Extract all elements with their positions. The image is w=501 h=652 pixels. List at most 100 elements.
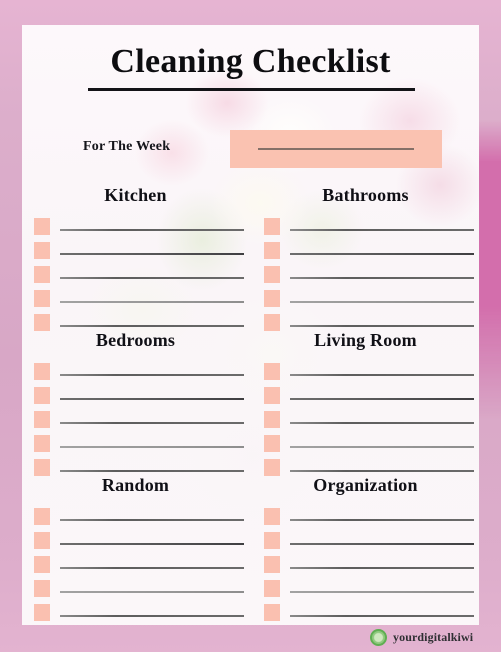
checkbox[interactable]	[34, 508, 50, 525]
section-rows	[252, 361, 479, 481]
checklist-row	[22, 385, 249, 409]
checkbox[interactable]	[264, 242, 280, 259]
checkbox[interactable]	[34, 290, 50, 307]
write-in-line[interactable]	[60, 470, 244, 472]
checklist-row	[252, 288, 479, 312]
write-in-line[interactable]	[290, 470, 474, 472]
section-title: Bathrooms	[322, 185, 409, 205]
checklist-row	[22, 361, 249, 385]
checklist-row	[252, 602, 479, 625]
write-in-line[interactable]	[290, 398, 474, 400]
checkbox[interactable]	[264, 604, 280, 621]
for-the-week-label: For The Week	[83, 139, 171, 154]
checklist-row	[252, 506, 479, 530]
checkbox[interactable]	[264, 387, 280, 404]
write-in-line[interactable]	[290, 301, 474, 303]
checkbox[interactable]	[264, 532, 280, 549]
write-in-line[interactable]	[290, 591, 474, 593]
checklist-row	[22, 288, 249, 312]
checkbox[interactable]	[34, 580, 50, 597]
checklist-row	[252, 530, 479, 554]
checkbox[interactable]	[34, 266, 50, 283]
write-in-line[interactable]	[290, 567, 474, 569]
write-in-line[interactable]	[290, 615, 474, 617]
write-in-line[interactable]	[60, 543, 244, 545]
checklist-row	[22, 216, 249, 240]
section-rows	[22, 506, 249, 625]
checklist-row	[22, 578, 249, 602]
kiwi-circle-icon	[370, 629, 387, 646]
write-in-line[interactable]	[290, 325, 474, 327]
write-in-line[interactable]	[290, 422, 474, 424]
write-in-line[interactable]	[290, 543, 474, 545]
section-title: Kitchen	[104, 185, 167, 205]
checkbox[interactable]	[34, 387, 50, 404]
checkbox[interactable]	[264, 363, 280, 380]
checkbox[interactable]	[264, 218, 280, 235]
checklist-row	[252, 385, 479, 409]
write-in-line[interactable]	[60, 519, 244, 521]
write-in-line[interactable]	[290, 519, 474, 521]
section-title: Living Room	[314, 330, 417, 350]
for-the-week-field[interactable]	[230, 130, 442, 168]
checklist-row	[22, 409, 249, 433]
checkbox[interactable]	[34, 532, 50, 549]
write-in-line[interactable]	[60, 591, 244, 593]
checklist-row	[252, 361, 479, 385]
checklist-row	[22, 264, 249, 288]
watermark-text: yourdigitalkiwi	[393, 630, 474, 644]
write-in-line[interactable]	[290, 229, 474, 231]
section-title: Organization	[313, 475, 418, 495]
checkbox[interactable]	[34, 242, 50, 259]
checklist-row	[252, 409, 479, 433]
checkbox[interactable]	[264, 290, 280, 307]
write-in-line[interactable]	[60, 567, 244, 569]
checkbox[interactable]	[34, 435, 50, 452]
write-in-line[interactable]	[60, 325, 244, 327]
checkbox[interactable]	[34, 218, 50, 235]
write-in-line[interactable]	[60, 229, 244, 231]
checkbox[interactable]	[34, 363, 50, 380]
checkbox[interactable]	[34, 556, 50, 573]
section-rows	[22, 216, 249, 336]
checklist-page: Cleaning Checklist For The Week Kitchen B…	[22, 25, 479, 625]
page-frame: Cleaning Checklist For The Week Kitchen B…	[0, 0, 501, 652]
section-rows	[252, 216, 479, 336]
write-in-line[interactable]	[60, 374, 244, 376]
checkbox[interactable]	[264, 411, 280, 428]
checkbox[interactable]	[34, 604, 50, 621]
checkbox[interactable]	[34, 411, 50, 428]
section-title: Bedrooms	[95, 330, 176, 350]
write-in-line[interactable]	[60, 615, 244, 617]
write-in-line[interactable]	[60, 277, 244, 279]
write-in-line[interactable]	[60, 446, 244, 448]
section-rows	[252, 506, 479, 625]
checklist-row	[252, 578, 479, 602]
checklist-row	[22, 530, 249, 554]
write-in-line[interactable]	[60, 422, 244, 424]
write-in-line[interactable]	[290, 277, 474, 279]
checkbox[interactable]	[34, 314, 50, 331]
checkbox[interactable]	[264, 435, 280, 452]
section-title: Random	[101, 475, 170, 495]
checklist-row	[252, 554, 479, 578]
checkbox[interactable]	[264, 580, 280, 597]
write-in-line[interactable]	[60, 398, 244, 400]
write-in-line[interactable]	[60, 301, 244, 303]
section-rows	[22, 361, 249, 481]
write-in-line[interactable]	[290, 446, 474, 448]
write-in-line[interactable]	[290, 253, 474, 255]
checkbox[interactable]	[264, 459, 280, 476]
checklist-content: Cleaning Checklist For The Week Kitchen B…	[22, 25, 479, 625]
checklist-row	[252, 264, 479, 288]
checkbox[interactable]	[264, 556, 280, 573]
checklist-row	[22, 554, 249, 578]
checkbox[interactable]	[34, 459, 50, 476]
write-in-line[interactable]	[290, 374, 474, 376]
watermark: yourdigitalkiwi	[370, 629, 473, 646]
checkbox[interactable]	[264, 266, 280, 283]
title-divider	[88, 88, 415, 91]
write-in-line[interactable]	[60, 253, 244, 255]
checkbox[interactable]	[264, 508, 280, 525]
checkbox[interactable]	[264, 314, 280, 331]
